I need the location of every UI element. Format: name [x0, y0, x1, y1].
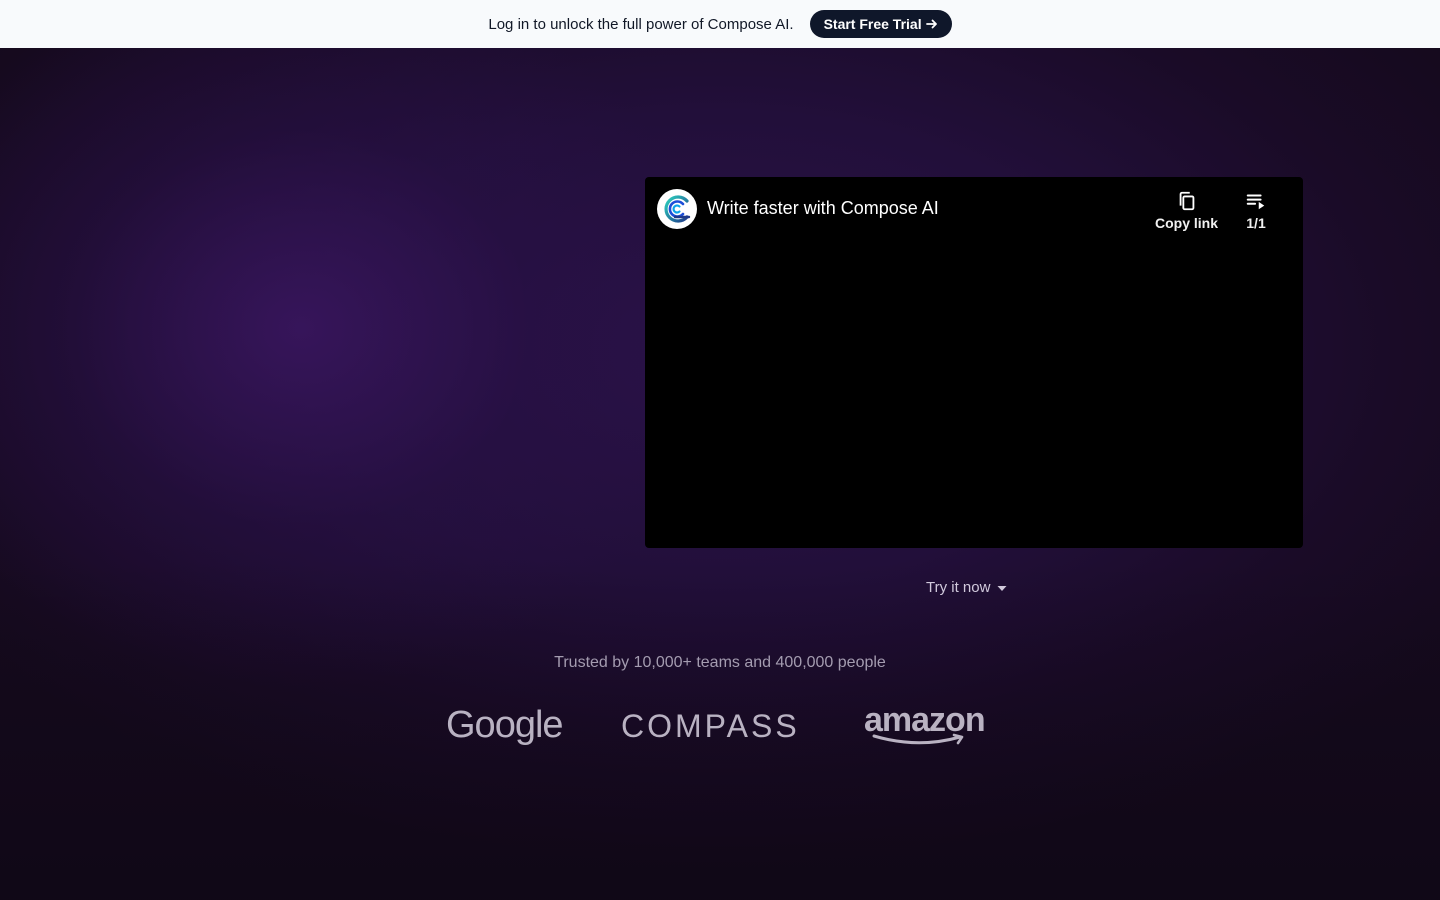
customer-logos: Google COMPASS amazon [0, 700, 1440, 760]
try-it-now-button[interactable]: Try it now [926, 579, 1008, 596]
login-banner: Log in to unlock the full power of Compo… [0, 0, 1440, 48]
video-title[interactable]: Write faster with Compose AI [707, 198, 939, 219]
compose-ai-logo-icon [664, 195, 691, 223]
playlist-icon [1246, 194, 1265, 210]
playlist-button[interactable]: 1/1 [1245, 190, 1267, 231]
start-free-trial-label: Start Free Trial [823, 16, 922, 32]
banner-text: Log in to unlock the full power of Compo… [488, 15, 794, 33]
caret-down-icon [997, 585, 1007, 591]
channel-logo[interactable] [657, 189, 697, 229]
amazon-smile-icon [872, 733, 964, 745]
start-free-trial-button[interactable]: Start Free Trial [809, 10, 952, 38]
copy-icon [1179, 191, 1194, 211]
compass-logo: COMPASS [621, 708, 800, 744]
amazon-logo: amazon [864, 700, 994, 750]
video-player[interactable]: Write faster with Compose AI Copy link 1… [645, 177, 1303, 548]
copy-link-label: Copy link [1155, 215, 1219, 231]
google-logo: Google [446, 704, 564, 746]
try-it-now-label: Try it now [926, 579, 991, 596]
page: Log in to unlock the full power of Compo… [0, 0, 1440, 900]
arrow-right-icon [925, 19, 937, 29]
copy-link-button[interactable]: Copy link [1155, 190, 1218, 231]
playlist-position: 1/1 [1246, 215, 1266, 231]
trusted-by-text: Trusted by 10,000+ teams and 400,000 peo… [554, 654, 886, 671]
